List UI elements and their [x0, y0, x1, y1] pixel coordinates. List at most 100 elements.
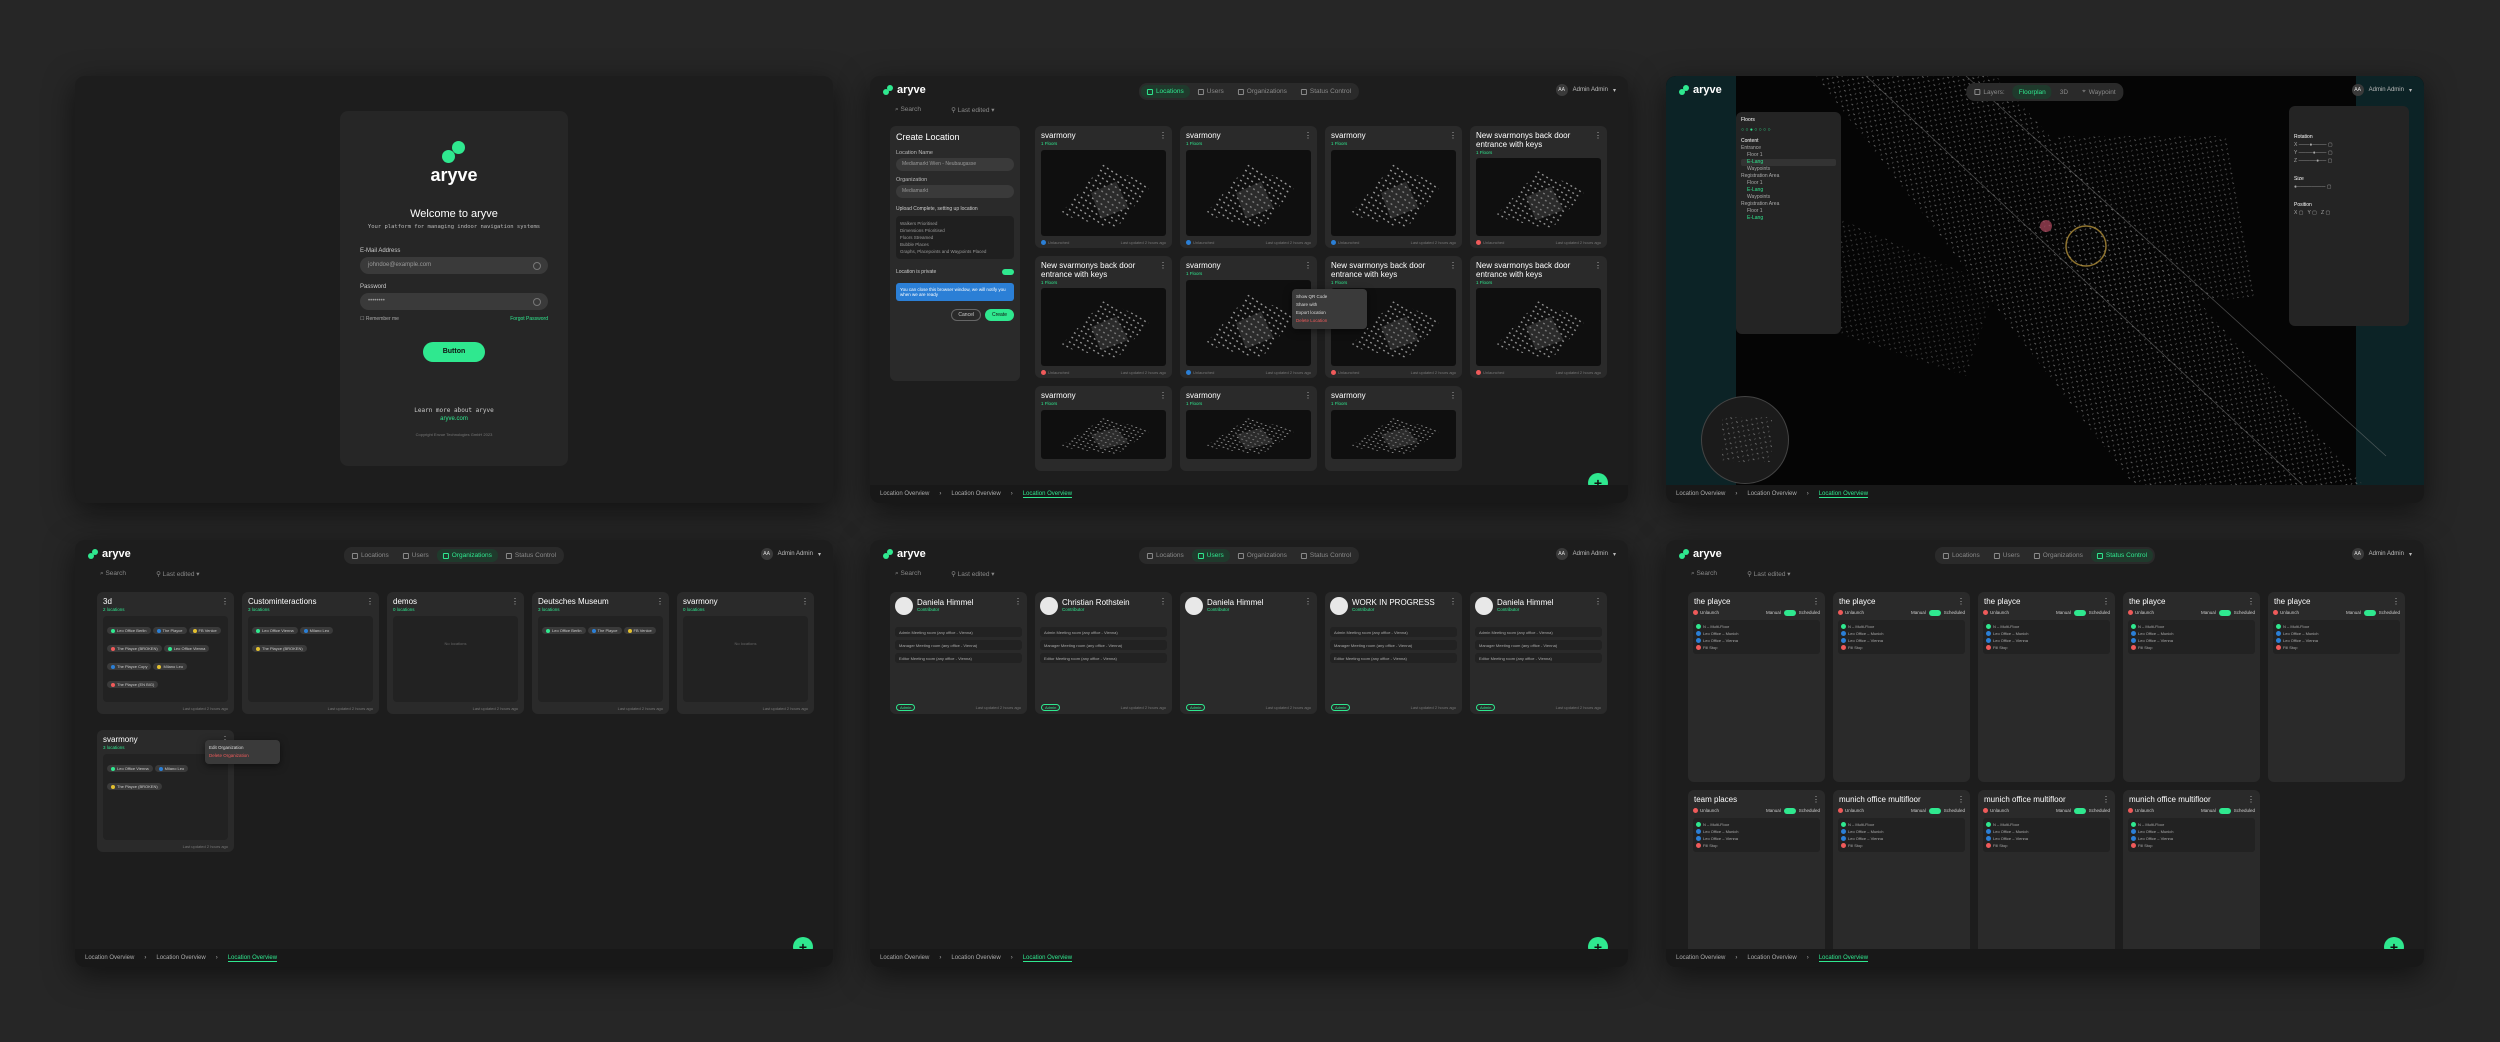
permission-row[interactable]: Admin Meeting room (any office - Vienna) — [1330, 627, 1457, 637]
tab-users[interactable]: Users — [1191, 549, 1230, 562]
toggle-switch[interactable] — [1928, 610, 1941, 616]
location-chip[interactable]: Milano Leo — [153, 663, 188, 670]
more-vertical-icon[interactable]: ⋮ — [1594, 131, 1602, 140]
list-item[interactable]: N – Multi-Floor — [2276, 623, 2397, 630]
location-chip[interactable]: FB Venice — [623, 627, 656, 634]
list-item[interactable]: Leo Office – Vienna — [1986, 835, 2107, 842]
mode-switch[interactable]: Manual Scheduled — [1766, 808, 1820, 814]
more-vertical-icon[interactable]: ⋮ — [1449, 131, 1457, 140]
more-vertical-icon[interactable]: ⋮ — [1812, 795, 1820, 804]
mode-switch[interactable]: Manual Scheduled — [1911, 808, 1965, 814]
breadcrumb-item[interactable]: Location Overview — [1022, 491, 1073, 498]
tab-status[interactable]: Status Control — [1295, 85, 1357, 98]
tree-item[interactable]: Floor 1 — [1741, 208, 1836, 215]
list-item[interactable]: N – Multi-Floor — [2131, 821, 2252, 828]
user-card[interactable]: Daniela Himmel Contributor ⋮ Admin Meeting … — [1470, 592, 1607, 714]
tab-organizations[interactable]: Organizations — [1232, 549, 1293, 562]
more-vertical-icon[interactable]: ⋮ — [1957, 795, 1965, 804]
location-chip[interactable]: Leo Office Berlin — [107, 627, 151, 634]
location-chip[interactable]: The Playce (BROKEN) — [107, 645, 162, 652]
app-logo[interactable]: aryve — [88, 548, 131, 560]
permission-row[interactable]: Editor Meeting room (any office - Vienna… — [1475, 653, 1602, 663]
tab-users[interactable]: Users — [1988, 549, 2026, 562]
list-item[interactable]: N – Multi-Floor — [1986, 821, 2107, 828]
size-slider[interactable]: ●──────── ▢ — [2294, 183, 2404, 191]
create-button[interactable]: Create — [984, 309, 1014, 321]
position-inputs[interactable]: X ▢ Y ▢ Z ▢ — [2294, 209, 2404, 217]
toggle-switch[interactable] — [2218, 808, 2231, 814]
rotation-slider[interactable]: Z ─────●── ▢ — [2294, 157, 2404, 165]
unlaunch-badge[interactable]: Unlaunch — [1838, 610, 1864, 616]
more-vertical-icon[interactable]: ⋮ — [1812, 597, 1820, 606]
more-vertical-icon[interactable]: ⋮ — [1594, 597, 1602, 606]
list-item[interactable]: Leo Office – Munich — [2276, 630, 2397, 637]
user-menu[interactable]: AA Admin Admin ▾ — [760, 548, 821, 560]
menu-item-delete[interactable]: Delete Organization — [209, 752, 276, 760]
mode-switch[interactable]: Manual Scheduled — [1911, 610, 1965, 616]
menu-item-delete[interactable]: Delete Location — [1296, 317, 1363, 325]
unlaunch-badge[interactable]: Unlaunch — [1983, 808, 2009, 814]
app-logo[interactable]: aryve — [1679, 548, 1722, 560]
mode-switch[interactable]: Manual Scheduled — [1766, 610, 1820, 616]
tree-item[interactable]: E-Lang — [1741, 187, 1836, 194]
more-vertical-icon[interactable]: ⋮ — [1594, 261, 1602, 270]
user-card[interactable]: Daniela Himmel Contributor ⋮ Admin Meeting … — [890, 592, 1027, 714]
unlaunch-badge[interactable]: Unlaunch — [2128, 808, 2154, 814]
user-card[interactable]: Christian Rothstein Contributor ⋮ Admin Mee… — [1035, 592, 1172, 714]
tab-status[interactable]: Status Control — [2090, 549, 2154, 562]
list-item[interactable]: Leo Office – Munich — [1696, 630, 1817, 637]
location-chip[interactable]: The Playce (BROKEN) — [107, 783, 162, 790]
status-card[interactable]: munich office multifloor ⋮ Unlaunch Manual S… — [1978, 790, 2115, 955]
more-vertical-icon[interactable]: ⋮ — [2392, 597, 2400, 606]
list-item[interactable]: Fill Stop — [1986, 842, 2107, 849]
sort-dropdown[interactable]: ⚲ Last edited ▾ — [951, 106, 994, 114]
breadcrumb-item[interactable]: Location Overview — [880, 491, 929, 497]
more-vertical-icon[interactable]: ⋮ — [1304, 391, 1312, 400]
location-chip[interactable]: Leo Office Vienna — [252, 627, 298, 634]
app-logo[interactable]: aryve — [883, 548, 926, 560]
tab-users[interactable]: Users — [1192, 85, 1230, 98]
list-item[interactable]: N – Multi-Floor — [1696, 821, 1817, 828]
permission-row[interactable]: Manager Meeting room (any office - Vienn… — [1040, 640, 1167, 650]
sort-dropdown[interactable]: ⚲ Last edited ▾ — [951, 570, 994, 578]
tab-organizations[interactable]: Organizations — [2028, 549, 2089, 562]
search-input[interactable]: ⌕ Search — [895, 570, 921, 578]
breadcrumb-item[interactable]: Location Overview — [951, 491, 1000, 497]
list-item[interactable]: Leo Office – Vienna — [2131, 637, 2252, 644]
app-logo[interactable]: aryve — [883, 84, 926, 96]
rotation-slider[interactable]: X ───●──── ▢ — [2294, 141, 2404, 149]
toggle-switch[interactable] — [2218, 610, 2231, 616]
list-item[interactable]: Leo Office – Munich — [1841, 630, 1962, 637]
unlaunch-badge[interactable]: Unlaunch — [2128, 610, 2154, 616]
organization-select[interactable]: Mediamarkt — [896, 185, 1014, 198]
unlaunch-badge[interactable]: Unlaunch — [1838, 808, 1864, 814]
mode-switch[interactable]: Manual Scheduled — [2201, 610, 2255, 616]
status-card[interactable]: the playce ⋮ Unlaunch Manual Scheduled N – Mu… — [1833, 592, 1970, 782]
more-vertical-icon[interactable]: ⋮ — [656, 597, 664, 606]
toggle-switch[interactable] — [2363, 610, 2376, 616]
breadcrumb-item[interactable]: Location Overview — [1676, 955, 1725, 961]
breadcrumb-item[interactable]: Location Overview — [227, 955, 278, 962]
location-chip[interactable]: The Playce — [152, 627, 187, 634]
toggle-switch[interactable] — [1928, 808, 1941, 814]
organization-card[interactable]: 3d 2 locations ⋮ Leo Office Berlin The Playc… — [97, 592, 234, 714]
floor-selector[interactable]: ○ ○ ● ○ ○ ○ ○ — [1741, 127, 1836, 134]
toggle-switch[interactable] — [1783, 808, 1796, 814]
list-item[interactable]: Leo Office – Vienna — [1841, 637, 1962, 644]
status-card[interactable]: the playce ⋮ Unlaunch Manual Scheduled N – Mu… — [2123, 592, 2260, 782]
breadcrumb-item[interactable]: Location Overview — [880, 955, 929, 961]
list-item[interactable]: Fill Stop — [2276, 644, 2397, 651]
tree-item[interactable]: Waypoints — [1741, 166, 1836, 173]
list-item[interactable]: Leo Office – Vienna — [1696, 835, 1817, 842]
more-vertical-icon[interactable]: ⋮ — [1449, 261, 1457, 270]
list-item[interactable]: N – Multi-Floor — [1841, 821, 1962, 828]
list-item[interactable]: Fill Stop — [1696, 644, 1817, 651]
location-chip[interactable]: The Playce Copy — [107, 663, 152, 670]
list-item[interactable]: Leo Office – Munich — [1986, 630, 2107, 637]
more-vertical-icon[interactable]: ⋮ — [1304, 131, 1312, 140]
mode-switch[interactable]: Manual Scheduled — [2201, 808, 2255, 814]
menu-item-qr[interactable]: Show QR Code — [1296, 293, 1363, 301]
tab-locations[interactable]: Locations — [1140, 85, 1190, 98]
status-card[interactable]: the playce ⋮ Unlaunch Manual Scheduled N – Mu… — [1688, 592, 1825, 782]
sort-dropdown[interactable]: ⚲ Last edited ▾ — [156, 570, 199, 578]
